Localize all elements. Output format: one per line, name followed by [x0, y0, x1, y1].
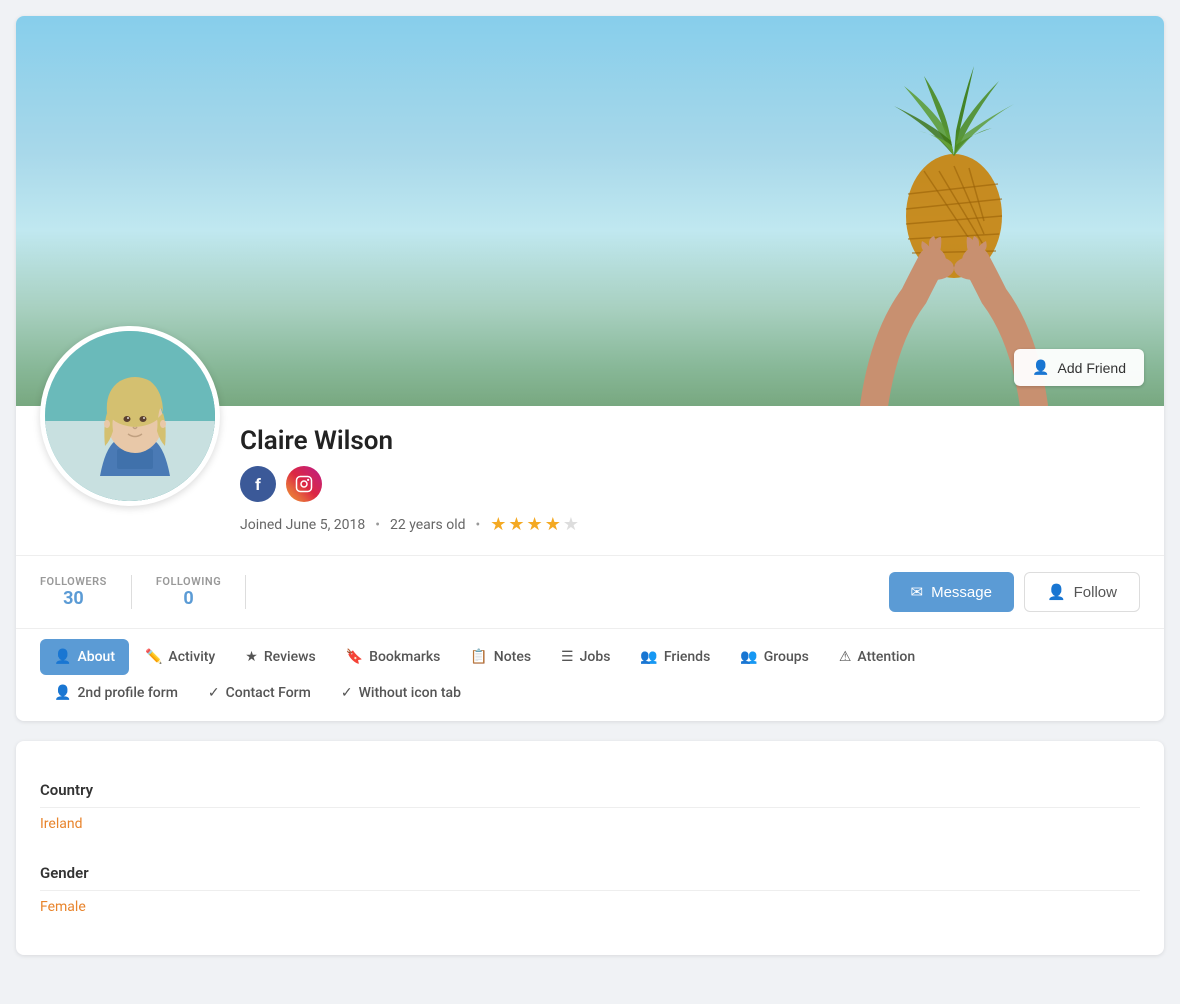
gender-field: Gender Female — [40, 848, 1140, 931]
tab-friends[interactable]: 👥 Friends — [626, 639, 724, 675]
tabs-row-2: 👤 2nd profile form ✓ Contact Form ✓ With… — [40, 675, 1140, 721]
profile-details: Claire Wilson f Joined June 5, 2018 — [240, 326, 1140, 535]
message-button[interactable]: ✉ Message — [889, 572, 1014, 612]
tab-reviews[interactable]: ★ Reviews — [231, 639, 329, 675]
profile-name: Claire Wilson — [240, 426, 1140, 456]
tabs-row-1: 👤 About ✏️ Activity ★ Reviews 🔖 Bookmark… — [40, 629, 1140, 675]
tab-groups[interactable]: 👥 Groups — [726, 639, 823, 675]
tab-contact-form[interactable]: ✓ Contact Form — [194, 675, 325, 711]
tab-bookmarks[interactable]: 🔖 Bookmarks — [332, 639, 455, 675]
tab-notes-icon: 📋 — [470, 649, 487, 665]
tab-bookmarks-icon: 🔖 — [346, 649, 363, 665]
content-card: Country Ireland Gender Female — [16, 741, 1164, 955]
message-icon: ✉ — [911, 583, 924, 601]
avatar — [40, 326, 220, 506]
instagram-icon[interactable] — [286, 466, 322, 502]
following-stat[interactable]: FOLLOWING 0 — [132, 575, 246, 609]
facebook-icon[interactable]: f — [240, 466, 276, 502]
tab-friends-icon: 👥 — [640, 649, 657, 665]
social-icons: f — [240, 466, 1140, 502]
tab-contact-form-icon: ✓ — [208, 685, 220, 701]
action-buttons: ✉ Message 👤 Follow — [889, 572, 1141, 612]
tab-notes[interactable]: 📋 Notes — [456, 639, 545, 675]
followers-stat[interactable]: FOLLOWERS 30 — [40, 575, 132, 609]
profile-meta: Joined June 5, 2018 • 22 years old • ★ ★… — [240, 514, 1140, 535]
tab-activity-icon: ✏️ — [145, 649, 162, 665]
profile-card: 👤 Add Friend — [16, 16, 1164, 721]
tab-2nd-profile-icon: 👤 — [54, 685, 71, 701]
tab-attention-icon: ⚠ — [839, 649, 852, 665]
follow-icon: 👤 — [1047, 583, 1066, 601]
tab-about[interactable]: 👤 About — [40, 639, 129, 675]
tabs-section: 👤 About ✏️ Activity ★ Reviews 🔖 Bookmark… — [16, 628, 1164, 721]
tab-without-icon-icon: ✓ — [341, 685, 353, 701]
tab-2nd-profile[interactable]: 👤 2nd profile form — [40, 675, 192, 711]
tab-attention[interactable]: ⚠ Attention — [825, 639, 929, 675]
tab-jobs[interactable]: ☰ Jobs — [547, 639, 624, 675]
country-field: Country Ireland — [40, 765, 1140, 848]
follow-button[interactable]: 👤 Follow — [1024, 572, 1140, 612]
tab-activity[interactable]: ✏️ Activity — [131, 639, 229, 675]
tab-groups-icon: 👥 — [740, 649, 757, 665]
tab-without-icon[interactable]: ✓ Without icon tab — [327, 675, 475, 711]
tab-about-icon: 👤 — [54, 649, 71, 665]
rating-stars: ★ ★ ★ ★ ★ — [490, 514, 579, 535]
stats-section: FOLLOWERS 30 FOLLOWING 0 ✉ Message 👤 Fol… — [16, 555, 1164, 628]
tab-reviews-icon: ★ — [245, 649, 258, 665]
profile-info: Claire Wilson f Joined June 5, 2018 — [16, 326, 1164, 555]
tab-jobs-icon: ☰ — [561, 649, 574, 665]
